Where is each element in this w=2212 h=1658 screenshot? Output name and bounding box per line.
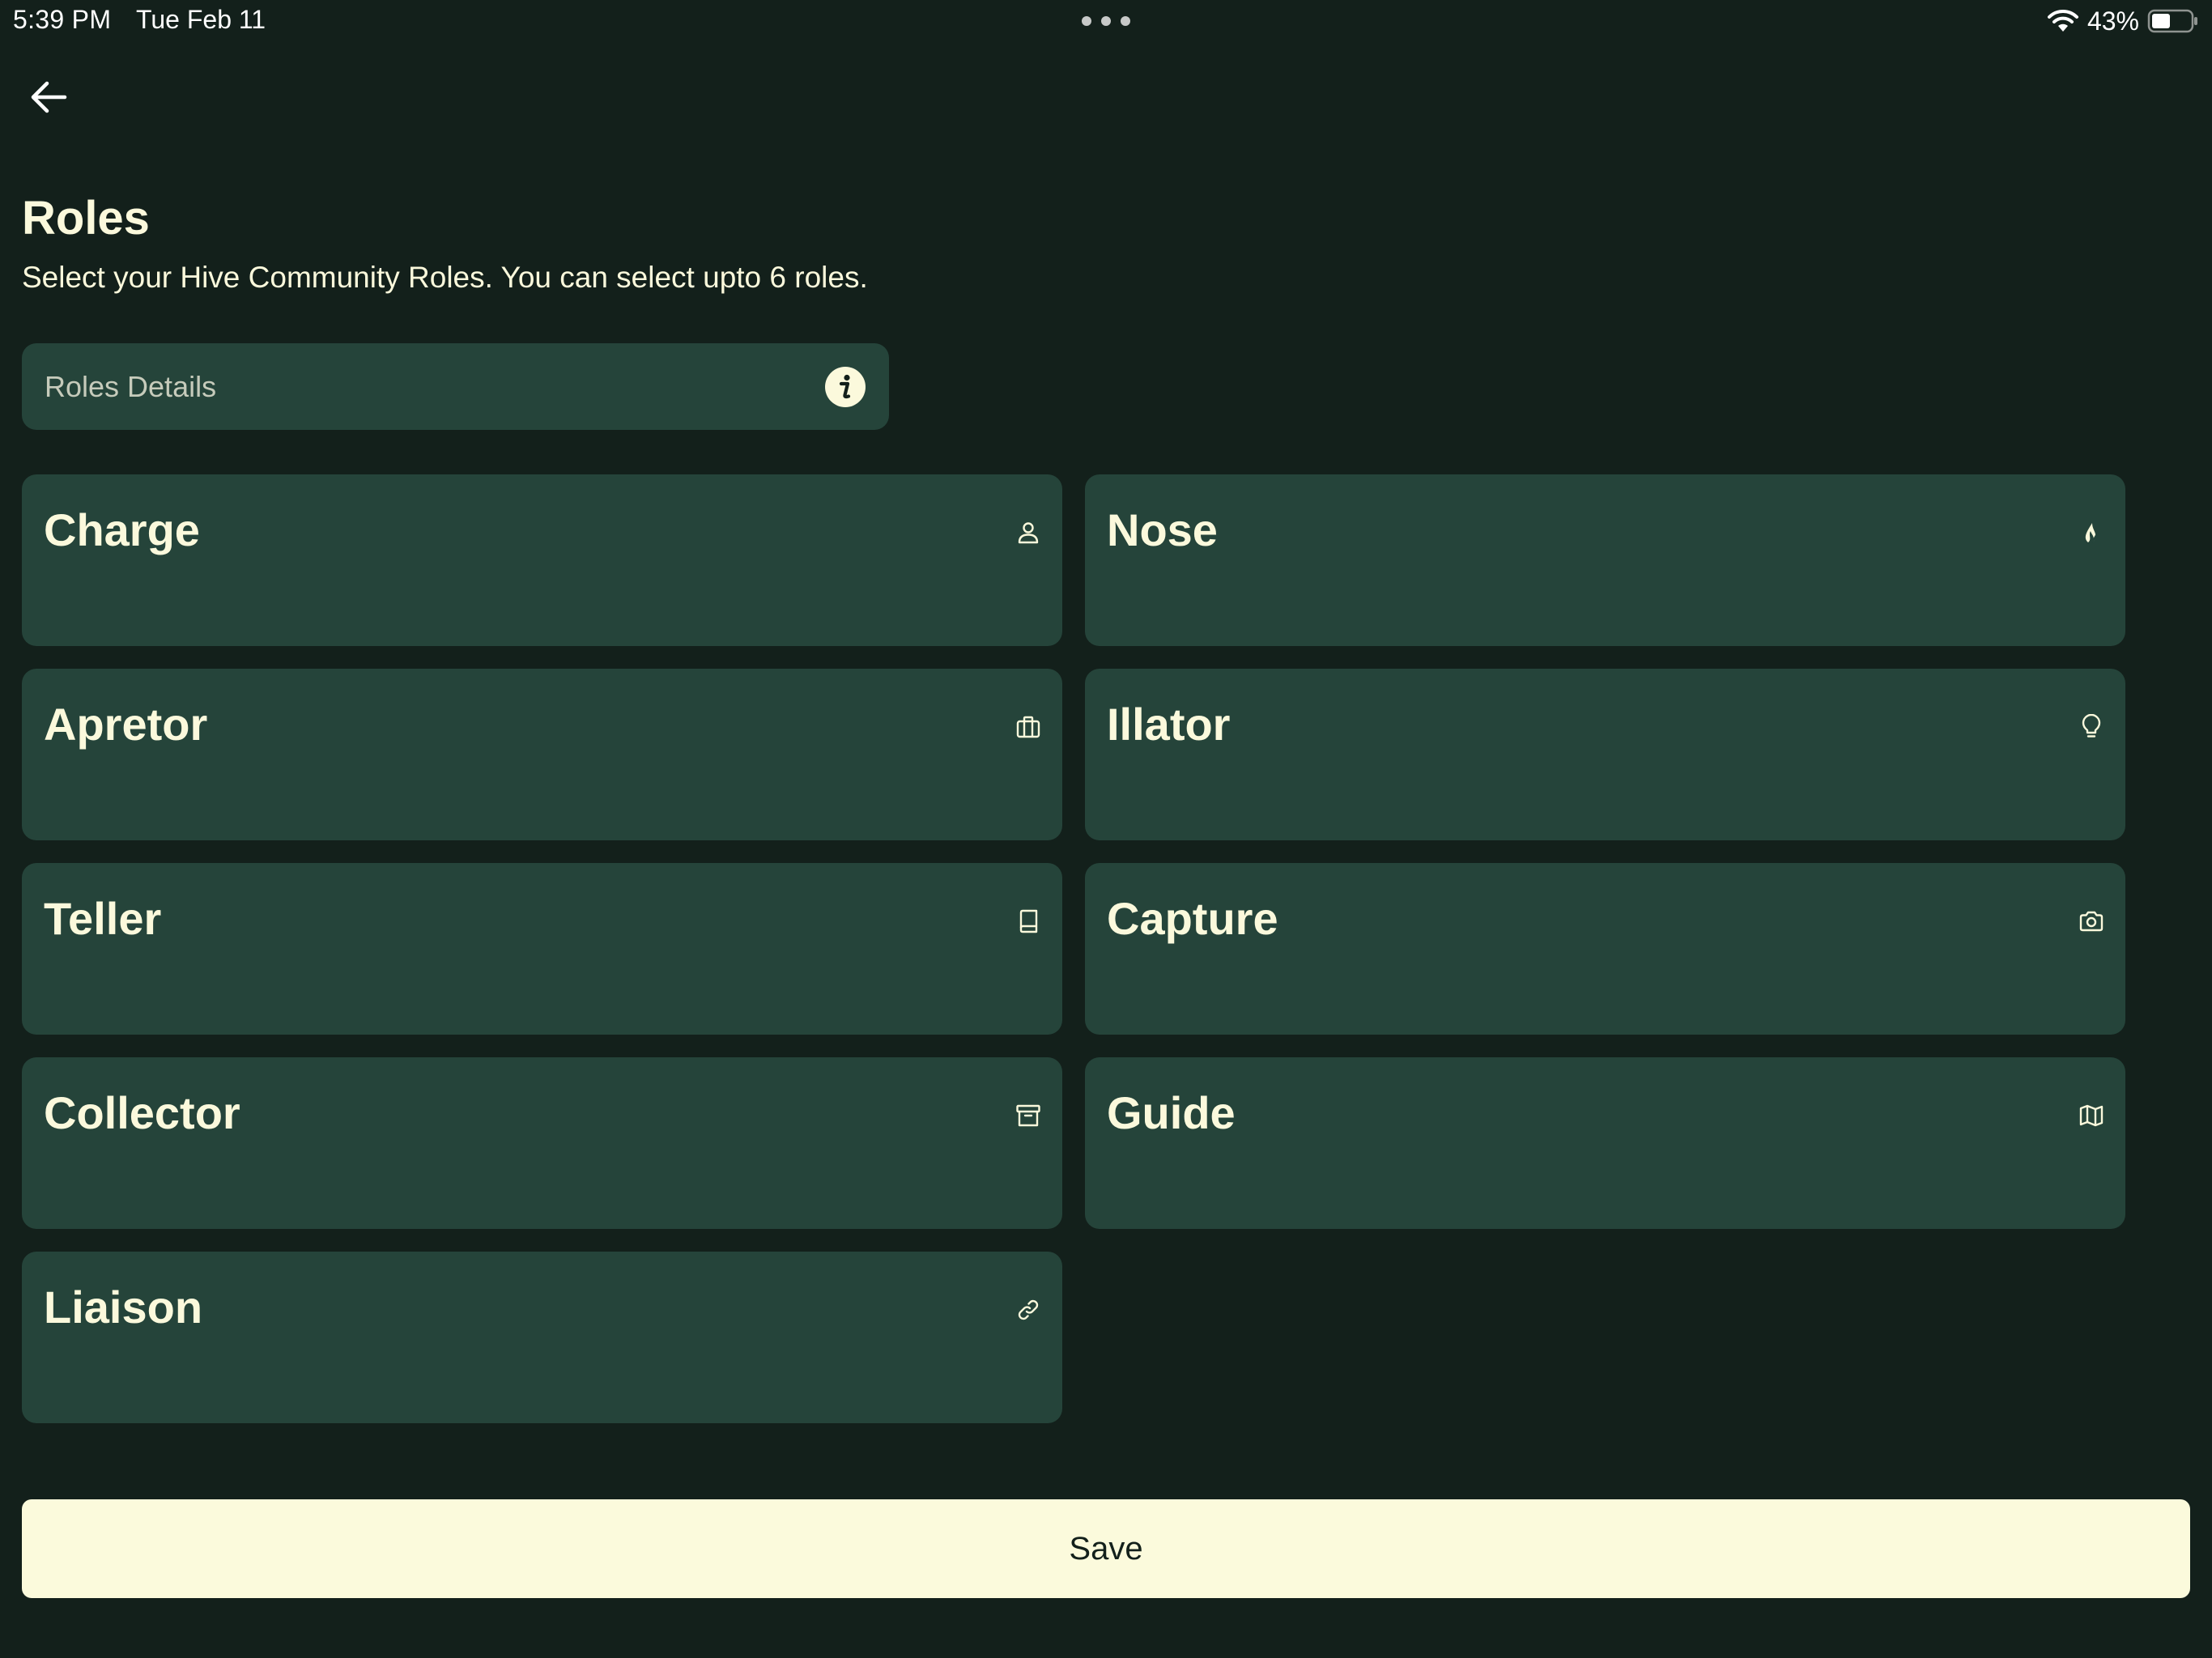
- status-time: 5:39 PM: [13, 5, 112, 34]
- lightbulb-icon: [2082, 714, 2101, 738]
- role-card-guide[interactable]: Guide: [1085, 1057, 2125, 1229]
- person-icon: [1018, 522, 1039, 544]
- role-card-collector[interactable]: Collector: [22, 1057, 1062, 1229]
- role-name: Apretor: [44, 699, 208, 750]
- role-name: Teller: [44, 893, 162, 944]
- role-name: Capture: [1107, 893, 1278, 944]
- map-icon: [2079, 1104, 2104, 1127]
- roles-details-field[interactable]: Roles Details: [22, 343, 889, 430]
- status-date: Tue Feb 11: [136, 5, 266, 34]
- battery-percentage: 43%: [2087, 6, 2139, 36]
- role-card-liaison[interactable]: Liaison: [22, 1252, 1062, 1423]
- wifi-icon: [2047, 9, 2078, 32]
- briefcase-icon: [1016, 716, 1040, 738]
- role-card-charge[interactable]: Charge: [22, 474, 1062, 646]
- role-name: Charge: [44, 504, 200, 555]
- multitasking-dots[interactable]: [1082, 16, 1130, 26]
- save-button[interactable]: Save: [22, 1499, 2190, 1598]
- archive-icon: [1016, 1104, 1040, 1127]
- book-icon: [1019, 909, 1038, 933]
- role-name: Collector: [44, 1087, 240, 1138]
- arrow-left-icon: [31, 81, 67, 113]
- role-name: Liaison: [44, 1282, 203, 1333]
- page-subtitle: Select your Hive Community Roles. You ca…: [22, 261, 868, 294]
- role-name: Nose: [1107, 504, 1218, 555]
- roles-screen: 5:39 PM Tue Feb 11 43% Roles Select your…: [0, 0, 2212, 1658]
- role-card-teller[interactable]: Teller: [22, 863, 1062, 1035]
- back-button[interactable]: [23, 71, 74, 123]
- role-name: Illator: [1107, 699, 1231, 750]
- flame-icon: [2085, 523, 2099, 543]
- battery-icon: [2147, 9, 2197, 33]
- camera-icon: [2079, 911, 2104, 932]
- status-indicators: 43%: [2047, 5, 2199, 37]
- role-name: Guide: [1107, 1087, 1236, 1138]
- status-bar: 5:39 PM Tue Feb 11 43%: [0, 0, 2212, 42]
- role-card-apretor[interactable]: Apretor: [22, 669, 1062, 840]
- role-card-nose[interactable]: Nose: [1085, 474, 2125, 646]
- info-icon[interactable]: [824, 366, 866, 408]
- link-icon: [1018, 1299, 1039, 1320]
- roles-grid: Charge Nose Apretor Illator Teller Captu…: [22, 474, 2125, 1423]
- page-title: Roles: [22, 192, 150, 244]
- role-card-illator[interactable]: Illator: [1085, 669, 2125, 840]
- role-card-capture[interactable]: Capture: [1085, 863, 2125, 1035]
- roles-details-label: Roles Details: [45, 369, 217, 403]
